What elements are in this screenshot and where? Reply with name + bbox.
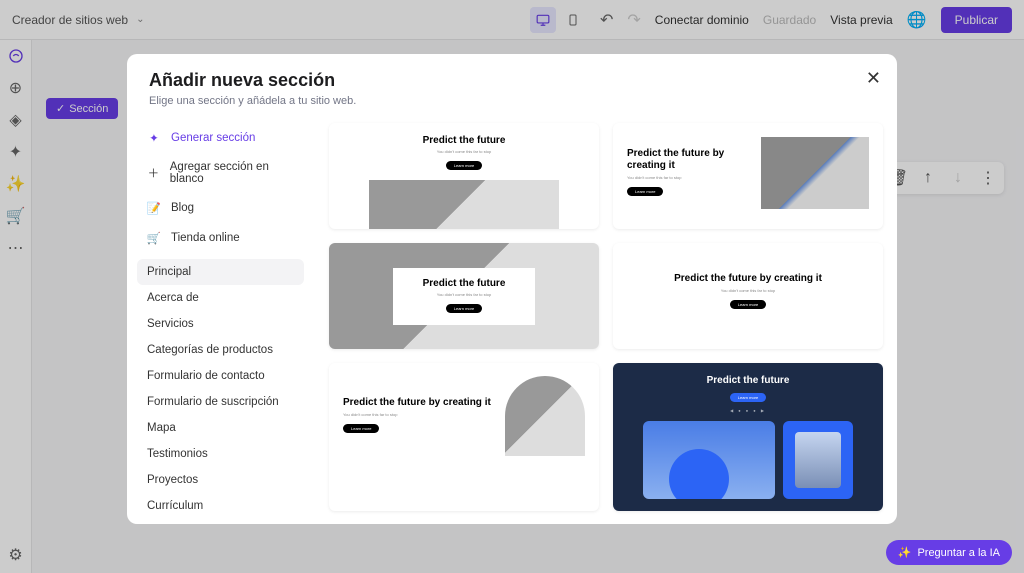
modal-header: Añadir nueva sección Elige una sección y…	[127, 54, 897, 115]
modal-sidebar: ✦ Generar sección ＋ Agregar sección en b…	[127, 115, 315, 524]
template-grid: Predict the future You didn't come this …	[315, 115, 897, 524]
add-section-modal: Añadir nueva sección Elige una sección y…	[127, 54, 897, 524]
template-cta: Learn more	[343, 424, 379, 433]
ask-ai-label: Preguntar a la IA	[917, 547, 1000, 559]
category-servicios[interactable]: Servicios	[137, 311, 304, 337]
template-dark-gallery[interactable]: Predict the future Learn more ◀ ● ● ● ▶	[613, 363, 883, 511]
ask-ai-button[interactable]: ✨ Preguntar a la IA	[886, 540, 1012, 565]
cart-icon: 🛒	[147, 231, 161, 245]
template-cta: Learn more	[446, 304, 482, 313]
template-subtitle: You didn't come this far to stop	[423, 292, 506, 297]
template-nav-dots: ◀ ● ● ● ▶	[613, 408, 883, 413]
template-heading: Predict the future	[329, 135, 599, 146]
template-subtitle: You didn't come this far to stop	[329, 149, 599, 154]
store-label: Tienda online	[171, 232, 240, 244]
template-image-placeholder	[505, 376, 585, 456]
blank-section-button[interactable]: ＋ Agregar sección en blanco	[137, 153, 304, 193]
template-text-only[interactable]: Predict the future by creating it You di…	[613, 243, 883, 349]
store-button[interactable]: 🛒 Tienda online	[137, 223, 304, 253]
blog-icon: 📝	[147, 201, 161, 215]
template-cta: Learn more	[730, 300, 766, 309]
generate-section-button[interactable]: ✦ Generar sección	[137, 123, 304, 153]
sparkle-icon: ✨	[898, 546, 912, 559]
avatar-placeholder	[795, 432, 841, 488]
template-cta: Learn more	[446, 161, 482, 170]
category-proyectos[interactable]: Proyectos	[137, 467, 304, 493]
blog-button[interactable]: 📝 Blog	[137, 193, 304, 223]
category-acerca[interactable]: Acerca de	[137, 285, 304, 311]
generate-label: Generar sección	[171, 132, 255, 144]
category-principal[interactable]: Principal	[137, 259, 304, 285]
modal-title: Añadir nueva sección	[149, 70, 875, 91]
template-arch-image[interactable]: Predict the future by creating it You di…	[329, 363, 599, 511]
template-image-placeholder	[783, 421, 853, 499]
template-heading: Predict the future by creating it	[613, 273, 883, 285]
modal-overlay[interactable]: Añadir nueva sección Elige una sección y…	[0, 0, 1024, 573]
template-heading: Predict the future	[423, 278, 506, 289]
category-testimonios[interactable]: Testimonios	[137, 441, 304, 467]
template-image-placeholder	[761, 137, 869, 209]
template-heading: Predict the future by creating it	[627, 148, 747, 172]
blog-label: Blog	[171, 202, 194, 214]
template-heading: Predict the future	[613, 375, 883, 386]
category-suscripcion[interactable]: Formulario de suscripción	[137, 389, 304, 415]
template-split-right[interactable]: Predict the future by creating it You di…	[613, 123, 883, 229]
template-cta: Learn more	[627, 187, 663, 196]
template-overlay-card[interactable]: Predict the future You didn't come this …	[329, 243, 599, 349]
sparkle-icon: ✦	[147, 131, 161, 145]
template-image-placeholder	[369, 180, 559, 229]
template-heading: Predict the future by creating it	[343, 397, 491, 409]
template-cta: Learn more	[730, 393, 766, 402]
category-productos[interactable]: Categorías de productos	[137, 337, 304, 363]
template-subtitle: You didn't come this far to stop	[343, 412, 491, 417]
category-curriculum[interactable]: Currículum	[137, 493, 304, 519]
template-subtitle: You didn't come this far to stop	[627, 175, 747, 180]
template-centered-hero[interactable]: Predict the future You didn't come this …	[329, 123, 599, 229]
close-icon[interactable]: ✕	[866, 68, 881, 89]
template-image-placeholder	[643, 421, 775, 499]
template-subtitle: You didn't come this far to stop	[613, 288, 883, 293]
modal-subtitle: Elige una sección y añádela a tu sitio w…	[149, 95, 875, 107]
blank-label: Agregar sección en blanco	[170, 161, 294, 185]
category-mapa[interactable]: Mapa	[137, 415, 304, 441]
category-contacto[interactable]: Formulario de contacto	[137, 363, 304, 389]
plus-icon: ＋	[147, 166, 160, 180]
modal-body: ✦ Generar sección ＋ Agregar sección en b…	[127, 115, 897, 524]
